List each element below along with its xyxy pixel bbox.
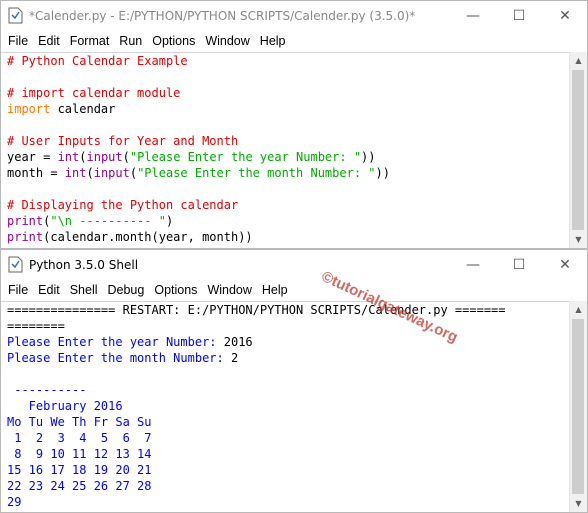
code-line: # Python Calendar Example — [7, 54, 188, 68]
menu-file[interactable]: File — [4, 34, 32, 48]
year-prompt: Please Enter the year Number: — [7, 335, 224, 349]
month-prompt: Please Enter the month Number: — [7, 351, 231, 365]
shell-menubar: File Edit Shell Debug Options Window Hel… — [1, 280, 587, 300]
scroll-up-arrow-icon[interactable]: ▲ — [570, 301, 587, 318]
year-input-line: Please Enter the year Number: 2016 — [1, 334, 570, 350]
editor-scrollbar[interactable]: ▲ ▼ — [569, 52, 587, 248]
keyword: import — [7, 102, 51, 116]
idle-file-icon — [8, 7, 23, 24]
builtin: input — [86, 150, 123, 164]
builtin: print — [7, 230, 44, 244]
code-text: ( — [79, 150, 87, 164]
output-blank — [1, 366, 570, 382]
builtin: int — [57, 150, 80, 164]
shell-scrollbar[interactable]: ▲ ▼ — [569, 301, 587, 512]
menu-help[interactable]: Help — [258, 283, 292, 297]
scroll-down-arrow-icon[interactable]: ▼ — [570, 495, 587, 512]
code-text: ( — [122, 150, 130, 164]
menu-help[interactable]: Help — [256, 34, 290, 48]
string: "Please Enter the year Number: " — [129, 150, 362, 164]
menu-debug[interactable]: Debug — [104, 283, 149, 297]
code-line: # import calendar module — [7, 86, 181, 100]
minimize-button[interactable]: — — [451, 1, 495, 31]
month-answer: 2 — [230, 351, 239, 365]
menu-shell[interactable]: Shell — [66, 283, 102, 297]
code-text: year = — [7, 150, 58, 164]
year-answer: 2016 — [223, 335, 253, 349]
editor-window: *Calender.py - E:/PYTHON/PYTHON SCRIPTS/… — [0, 0, 588, 249]
string: "\n ---------- " — [50, 214, 166, 228]
calendar-weekdays: Mo Tu We Th Fr Sa Su — [7, 415, 152, 429]
calendar-week: 1 2 3 4 5 6 7 — [7, 431, 152, 445]
code-text: calendar — [50, 102, 116, 116]
menu-run[interactable]: Run — [115, 34, 146, 48]
shell-titlebar[interactable]: Python 3.5.0 Shell — ☐ ✕ — [1, 250, 587, 280]
calendar-week: 22 23 24 25 26 27 28 — [7, 479, 152, 493]
menu-options[interactable]: Options — [148, 34, 199, 48]
scroll-up-arrow-icon[interactable]: ▲ — [570, 52, 587, 69]
minimize-button[interactable]: — — [451, 250, 495, 280]
string: "Please Enter the month Number: " — [137, 166, 376, 180]
scroll-thumb[interactable] — [572, 319, 584, 494]
menu-edit[interactable]: Edit — [34, 283, 64, 297]
code-text: )) — [375, 166, 390, 180]
menu-edit[interactable]: Edit — [34, 34, 64, 48]
idle-shell-icon — [8, 256, 23, 273]
code-text: ( — [129, 166, 138, 180]
menu-window[interactable]: Window — [203, 283, 255, 297]
restart-banner-cont: ======== — [7, 319, 65, 333]
code-text: month = — [7, 166, 65, 180]
menu-window[interactable]: Window — [201, 34, 253, 48]
builtin: input — [93, 166, 130, 180]
code-line: # Displaying the Python calendar — [7, 198, 239, 212]
shell-output[interactable]: =============== RESTART: E:/PYTHON/PYTHO… — [1, 301, 570, 512]
code-editor[interactable]: # Python Calendar Example # import calen… — [1, 52, 570, 248]
close-button[interactable]: ✕ — [543, 250, 587, 280]
code-line: year = int(input("Please Enter the year … — [1, 149, 570, 165]
close-button[interactable]: ✕ — [543, 1, 587, 31]
calendar-week: 8 9 10 11 12 13 14 — [7, 447, 152, 461]
code-line: # User Inputs for Year and Month — [7, 134, 239, 148]
code-text: (calendar.month(year, month)) — [43, 230, 253, 244]
code-text: ( — [86, 166, 94, 180]
code-text: ) — [165, 214, 174, 228]
shell-window: Python 3.5.0 Shell — ☐ ✕ File Edit Shell… — [0, 249, 588, 513]
maximize-button[interactable]: ☐ — [497, 1, 541, 31]
editor-titlebar[interactable]: *Calender.py - E:/PYTHON/PYTHON SCRIPTS/… — [1, 1, 587, 31]
menu-options[interactable]: Options — [150, 283, 201, 297]
code-line: month = int(input("Please Enter the mont… — [1, 165, 570, 181]
scroll-thumb[interactable] — [572, 70, 584, 230]
calendar-header: February 2016 — [7, 399, 123, 413]
scroll-down-arrow-icon[interactable]: ▼ — [570, 231, 587, 248]
restart-banner: =============== RESTART: E:/PYTHON/PYTHO… — [7, 303, 506, 317]
month-input-line: Please Enter the month Number: 2 — [1, 350, 570, 366]
builtin: int — [64, 166, 87, 180]
calendar-week: 15 16 17 18 19 20 21 — [7, 463, 152, 477]
code-line: print(calendar.month(year, month)) — [1, 229, 570, 245]
builtin: print — [7, 214, 44, 228]
code-line: print("\n ---------- ") — [1, 213, 570, 229]
code-text: )) — [361, 150, 376, 164]
code-line: import calendar — [1, 101, 570, 117]
editor-menubar: File Edit Format Run Options Window Help — [1, 31, 587, 51]
editor-title: *Calender.py - E:/PYTHON/PYTHON SCRIPTS/… — [29, 9, 416, 23]
output-dashes: ---------- — [7, 383, 87, 397]
menu-file[interactable]: File — [4, 283, 32, 297]
maximize-button[interactable]: ☐ — [497, 250, 541, 280]
shell-title: Python 3.5.0 Shell — [29, 258, 139, 272]
menu-format[interactable]: Format — [66, 34, 114, 48]
calendar-week: 29 — [7, 495, 22, 509]
